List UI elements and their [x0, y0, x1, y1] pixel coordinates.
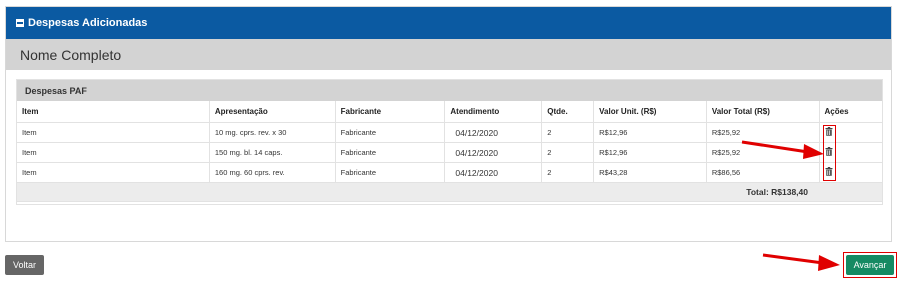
cell-atendimento: 04/12/2020 — [444, 162, 543, 183]
table-header-row: Item Apresentação Fabricante Atendimento… — [17, 101, 882, 123]
name-bar: Nome Completo — [6, 39, 891, 70]
cell-qtde: 2 — [541, 122, 595, 143]
despesas-panel: Despesas Adicionadas Nome Completo Despe… — [5, 6, 892, 242]
panel-title: Despesas Adicionadas — [28, 17, 148, 29]
cell-item: Item — [17, 122, 210, 143]
annotation-highlight-box: Avançar — [843, 252, 897, 278]
cell-qtde: 2 — [541, 162, 595, 183]
col-atendimento: Atendimento — [444, 101, 543, 123]
col-valor-total: Valor Total (R$) — [706, 101, 820, 123]
cell-valor-total: R$86,56 — [706, 162, 820, 183]
col-item: Item — [17, 101, 210, 123]
col-apresentacao: Apresentação — [209, 101, 336, 123]
table-row: Item 160 mg. 60 cprs. rev. Fabricante 04… — [17, 162, 882, 183]
total-row: Total: R$138,40 — [17, 182, 882, 202]
cell-fabricante: Fabricante — [335, 142, 446, 163]
voltar-button[interactable]: Voltar — [5, 255, 44, 275]
cell-atendimento: 04/12/2020 — [444, 122, 543, 143]
panel-header[interactable]: Despesas Adicionadas — [6, 7, 891, 39]
section-title: Despesas PAF — [17, 80, 882, 101]
col-acoes: Ações — [819, 101, 882, 123]
cell-qtde: 2 — [541, 142, 595, 163]
cell-item: Item — [17, 162, 210, 183]
col-valor-unit: Valor Unit. (R$) — [593, 101, 707, 123]
cell-atendimento: 04/12/2020 — [444, 142, 543, 163]
cell-valor-unit: R$12,96 — [593, 142, 707, 163]
cell-valor-unit: R$12,96 — [593, 122, 707, 143]
red-arrow-icon — [741, 140, 824, 159]
minus-square-icon[interactable] — [16, 19, 24, 27]
cell-apresentacao: 160 mg. 60 cprs. rev. — [209, 162, 336, 183]
cell-fabricante: Fabricante — [335, 122, 446, 143]
red-arrow-icon — [762, 253, 840, 271]
cell-apresentacao: 10 mg. cprs. rev. x 30 — [209, 122, 336, 143]
name-label: Nome Completo — [20, 46, 122, 63]
cell-fabricante: Fabricante — [335, 162, 446, 183]
avancar-button[interactable]: Avançar — [846, 255, 894, 275]
cell-item: Item — [17, 142, 210, 163]
cell-valor-unit: R$43,28 — [593, 162, 707, 183]
col-fabricante: Fabricante — [335, 101, 446, 123]
total-value: Total: R$138,40 — [17, 182, 882, 202]
cell-apresentacao: 150 mg. bl. 14 caps. — [209, 142, 336, 163]
col-qtde: Qtde. — [541, 101, 595, 123]
